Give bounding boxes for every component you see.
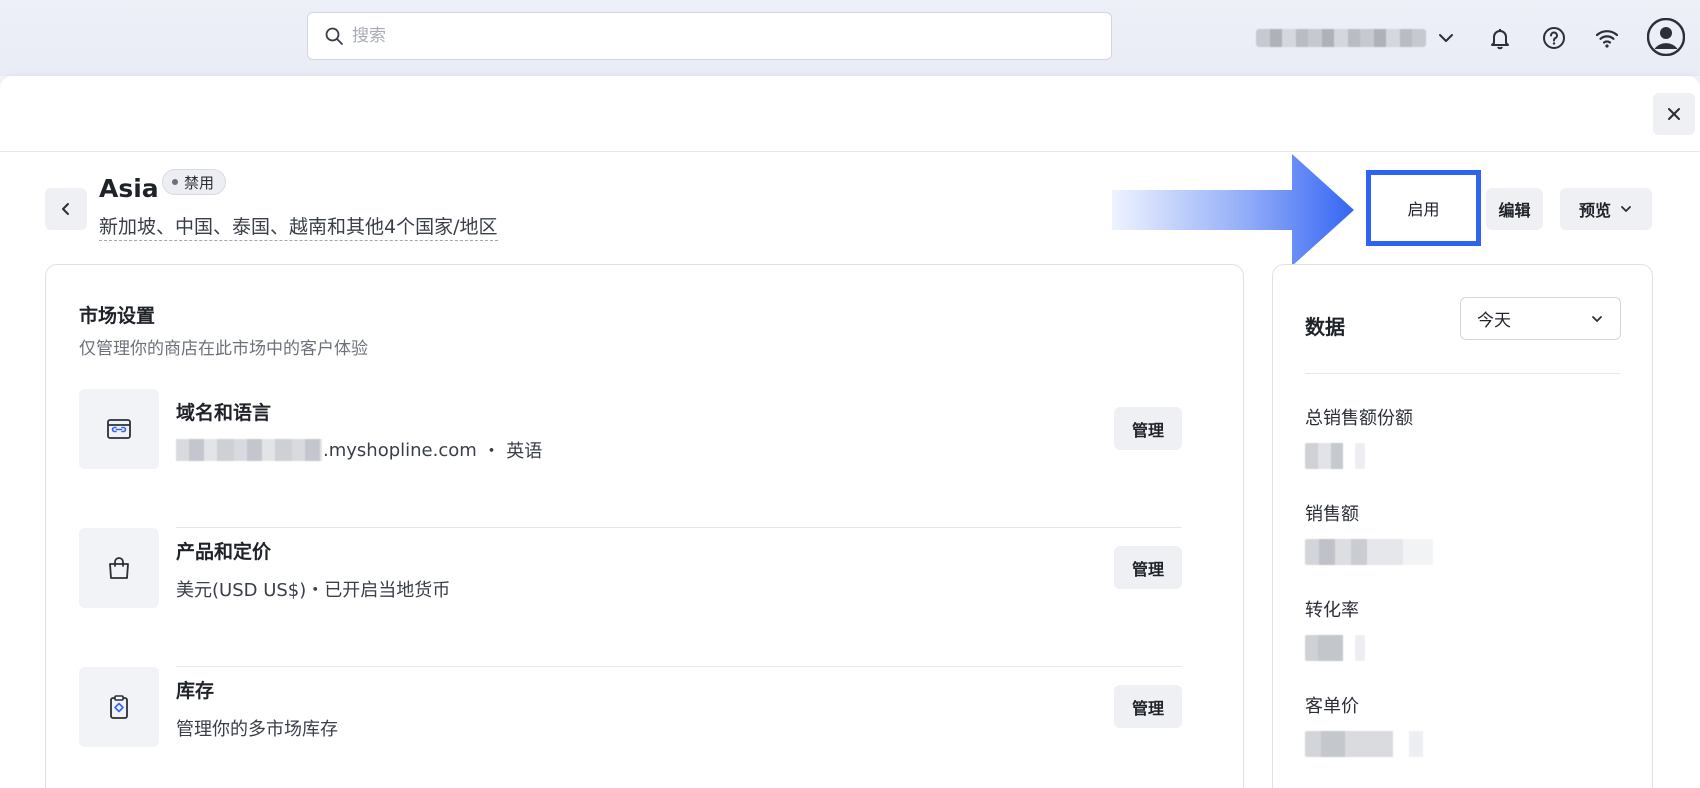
data-card: 数据 今天 总销售额份额 销售额 转化率 客单价 [1272, 264, 1653, 788]
network-status-button[interactable] [1590, 21, 1624, 55]
chevron-down-icon [1621, 206, 1631, 212]
setting-description: 管理你的多市场库存 [176, 719, 338, 740]
metric-value-redacted [1305, 539, 1433, 565]
metric-label: 客单价 [1305, 696, 1359, 717]
setting-row-products-pricing: 产品和定价 美元(USD US$)・已开启当地货币 管理 [79, 528, 1213, 667]
help-button[interactable] [1537, 21, 1571, 55]
setting-description: .myshopline.com ・ 英语 [176, 437, 542, 463]
period-select[interactable]: 今天 [1460, 297, 1621, 340]
setting-icon-box [79, 389, 159, 469]
metric-value-redacted [1305, 731, 1433, 757]
setting-icon-box [79, 667, 159, 747]
search-icon [325, 27, 343, 45]
enable-button[interactable]: 启用 [1366, 170, 1481, 246]
user-avatar-icon [1647, 18, 1685, 56]
page-title: Asia [99, 174, 159, 203]
manage-domain-button[interactable]: 管理 [1114, 407, 1182, 450]
wifi-icon [1595, 30, 1619, 48]
close-button[interactable] [1653, 93, 1695, 135]
data-divider [1305, 373, 1620, 374]
market-regions-link[interactable]: 新加坡、中国、泰国、越南和其他4个国家/地区 [99, 212, 498, 241]
setting-icon-box [79, 528, 159, 608]
domain-prefix-redacted [176, 439, 322, 461]
market-settings-card: 市场设置 仅管理你的商店在此市场中的客户体验 域名和语言 .myshopline… [45, 264, 1244, 788]
bell-icon [1491, 29, 1509, 50]
search-box[interactable] [307, 12, 1112, 60]
metric-label: 销售额 [1305, 504, 1359, 525]
account-switcher[interactable] [1256, 24, 1456, 52]
metric-value-redacted [1305, 443, 1365, 469]
domain-link-icon [107, 419, 131, 439]
chevron-left-icon [62, 203, 69, 215]
close-icon [1668, 108, 1680, 120]
setting-name: 产品和定价 [176, 541, 272, 563]
help-icon [1543, 27, 1565, 49]
edit-button[interactable]: 编辑 [1486, 188, 1543, 230]
chevron-down-icon [1592, 315, 1602, 322]
settings-title: 市场设置 [79, 305, 156, 327]
notifications-button[interactable] [1483, 21, 1517, 55]
language-value: 英语 [506, 441, 543, 462]
search-input[interactable] [352, 26, 1052, 46]
domain-suffix: .myshopline.com [323, 439, 477, 461]
back-button[interactable] [45, 188, 87, 230]
preview-label: 预览 [1578, 201, 1611, 220]
panel-header [0, 76, 1700, 152]
manage-pricing-button[interactable]: 管理 [1114, 546, 1182, 589]
metric-label: 总销售额份额 [1305, 408, 1413, 429]
separator-dot: ・ [476, 441, 507, 462]
setting-name: 域名和语言 [176, 402, 272, 424]
metric-label: 转化率 [1305, 600, 1359, 621]
manage-inventory-button[interactable]: 管理 [1114, 685, 1182, 728]
clipboard-inventory-icon [110, 695, 128, 719]
user-avatar[interactable] [1645, 16, 1687, 58]
setting-row-domain-language: 域名和语言 .myshopline.com ・ 英语 管理 [79, 389, 1213, 528]
setting-row-inventory: 库存 管理你的多市场库存 管理 [79, 667, 1213, 788]
data-title: 数据 [1305, 315, 1345, 339]
top-bar [0, 0, 1700, 76]
status-text: 禁用 [184, 173, 215, 192]
setting-name: 库存 [176, 680, 215, 702]
highlight-arrow-icon [1112, 154, 1354, 266]
setting-description: 美元(USD US$)・已开启当地货币 [176, 580, 451, 601]
metric-value-redacted [1305, 635, 1365, 661]
shopping-bag-icon [109, 557, 129, 579]
status-badge: 禁用 [162, 169, 227, 195]
account-name-redacted [1256, 29, 1426, 47]
preview-button[interactable]: 预览 [1560, 188, 1652, 230]
settings-subtitle: 仅管理你的商店在此市场中的客户体验 [79, 339, 368, 359]
period-value: 今天 [1477, 311, 1511, 331]
status-dot [172, 179, 178, 185]
chevron-down-icon [1439, 34, 1453, 42]
